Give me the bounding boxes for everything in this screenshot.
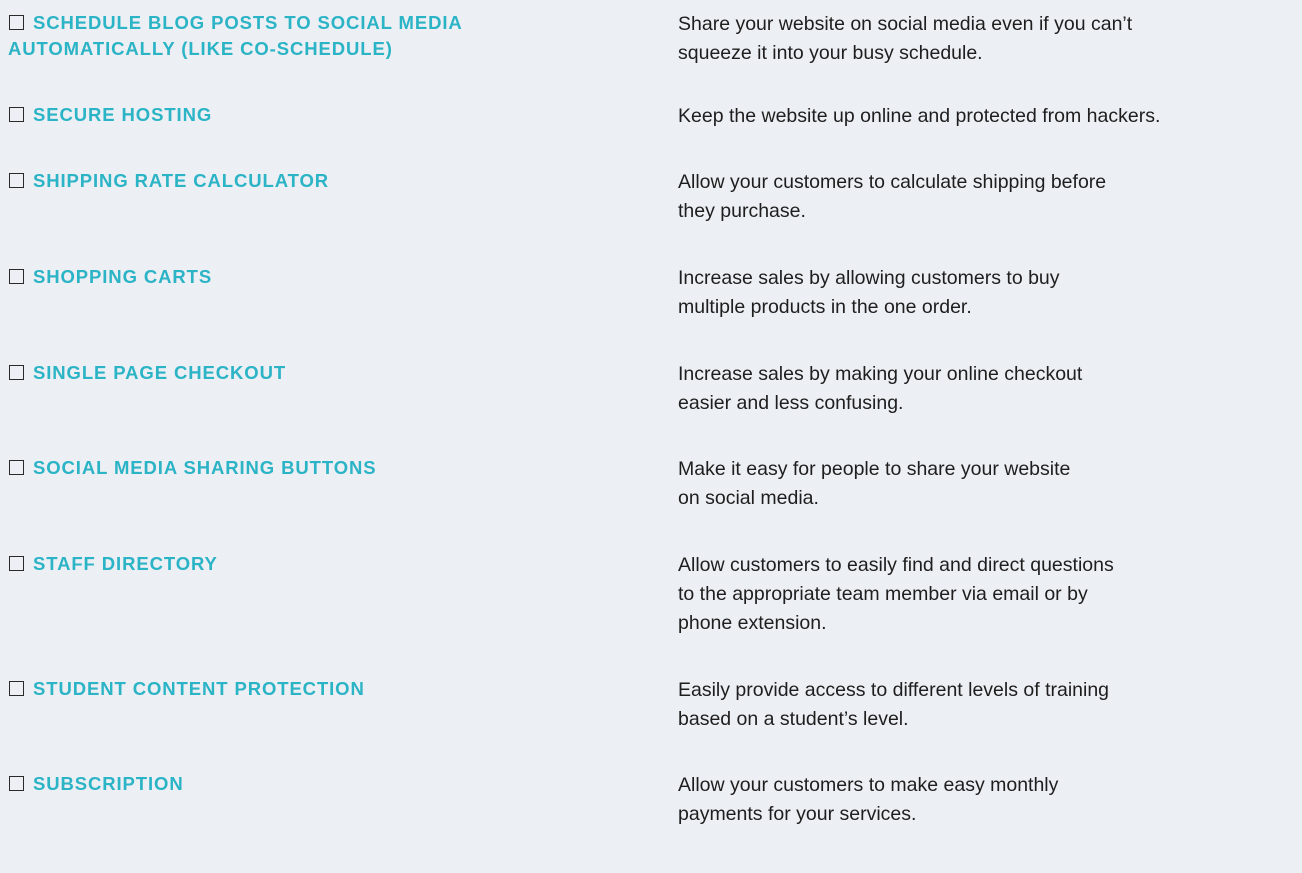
feature-description: Allow your customers to make easy monthl… (678, 771, 1302, 829)
feature-title-line: SHIPPING RATE CALCULATOR (33, 170, 330, 191)
feature-description-line: Increase sales by allowing customers to … (678, 267, 1060, 289)
checkbox-icon[interactable] (9, 173, 24, 188)
feature-description-line: on social media. (678, 487, 819, 509)
feature-description-line: Allow your customers to calculate shippi… (678, 171, 1107, 193)
checkbox-icon[interactable] (9, 776, 24, 791)
feature-title-line: STUDENT CONTENT PROTECTION (33, 678, 365, 699)
feature-description-line: to the appropriate team member via email… (678, 583, 1088, 605)
feature-description-line: Share your website on social media even … (678, 13, 1133, 35)
feature-description-line: Increase sales by making your online che… (678, 363, 1083, 385)
feature-description: Easily provide access to different level… (678, 676, 1302, 734)
checkbox-icon[interactable] (9, 460, 24, 475)
checkbox-icon[interactable] (9, 681, 24, 696)
feature-description: Keep the website up online and protected… (678, 102, 1302, 131)
feature-description: Share your website on social media even … (678, 10, 1302, 68)
feature-title-line: STAFF DIRECTORY (33, 553, 218, 574)
feature-description-line: multiple products in the one order. (678, 296, 972, 318)
feature-description-line: squeeze it into your busy schedule. (678, 42, 983, 64)
feature-title-line: SUBSCRIPTION (33, 773, 184, 794)
feature-title: SOCIAL MEDIA SHARING BUTTONS (8, 455, 658, 481)
feature-title-line: SCHEDULE BLOG POSTS TO SOCIAL MEDIA (33, 12, 463, 33)
feature-title-line: SHOPPING CARTS (33, 266, 213, 287)
feature-description: Allow customers to easily find and direc… (678, 551, 1302, 638)
feature-description-line: Allow your customers to make easy monthl… (678, 774, 1059, 796)
feature-description: Allow your customers to calculate shippi… (678, 168, 1302, 226)
feature-description-line: based on a student’s level. (678, 708, 909, 730)
checkbox-icon[interactable] (9, 269, 24, 284)
feature-title: SCHEDULE BLOG POSTS TO SOCIAL MEDIA (8, 10, 658, 36)
feature-title: SHIPPING RATE CALCULATOR (8, 168, 658, 194)
feature-title: SECURE HOSTING (8, 102, 658, 128)
feature-title: STAFF DIRECTORY (8, 551, 658, 577)
checkbox-icon[interactable] (9, 365, 24, 380)
feature-description: Increase sales by allowing customers to … (678, 264, 1302, 322)
feature-description-line: Easily provide access to different level… (678, 679, 1110, 701)
feature-description-line: Allow customers to easily find and direc… (678, 554, 1114, 576)
feature-title: SINGLE PAGE CHECKOUT (8, 360, 658, 386)
feature-title-line: AUTOMATICALLY (LIKE CO-SCHEDULE) (8, 38, 393, 59)
checkbox-icon[interactable] (9, 15, 24, 30)
feature-description: Make it easy for people to share your we… (678, 455, 1302, 513)
checkbox-icon[interactable] (9, 556, 24, 571)
feature-description: Increase sales by making your online che… (678, 360, 1302, 418)
feature-description-line: Make it easy for people to share your we… (678, 458, 1071, 480)
feature-description-line: Keep the website up online and protected… (678, 105, 1161, 127)
feature-title-line: SECURE HOSTING (33, 104, 213, 125)
feature-title: SUBSCRIPTION (8, 771, 658, 797)
feature-description-line: phone extension. (678, 612, 827, 634)
feature-title-line: SINGLE PAGE CHECKOUT (33, 362, 287, 383)
feature-title: STUDENT CONTENT PROTECTION (8, 676, 658, 702)
feature-description-line: they purchase. (678, 200, 806, 222)
feature-description-line: payments for your services. (678, 803, 917, 825)
feature-title-line: SOCIAL MEDIA SHARING BUTTONS (33, 457, 377, 478)
feature-list: SCHEDULE BLOG POSTS TO SOCIAL MEDIA AUTO… (8, 0, 1298, 873)
checkbox-icon[interactable] (9, 107, 24, 122)
feature-description-line: easier and less confusing. (678, 392, 904, 414)
feature-title: SHOPPING CARTS (8, 264, 658, 290)
feature-title-continuation: AUTOMATICALLY (LIKE CO-SCHEDULE) (8, 36, 658, 62)
